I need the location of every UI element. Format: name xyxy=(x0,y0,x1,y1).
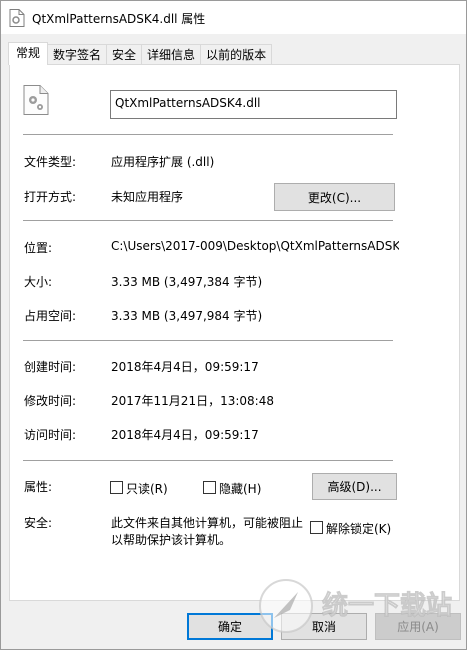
unblock-label[interactable]: 解除锁定(K) xyxy=(326,520,391,537)
created-value: 2018年4月4日，09:59:17 xyxy=(111,360,259,374)
tab-general[interactable]: 常规 xyxy=(8,42,49,65)
separator xyxy=(23,460,393,461)
size-on-disk-value: 3.33 MB (3,497,984 字节) xyxy=(111,309,263,323)
modified-value: 2017年11月21日，13:08:48 xyxy=(111,394,274,408)
size-value: 3.33 MB (3,497,384 字节) xyxy=(111,275,263,289)
ok-button[interactable]: 确定 xyxy=(187,613,273,640)
readonly-checkbox[interactable] xyxy=(110,481,123,494)
security-text-line1: 此文件来自其他计算机，可能被阻止 xyxy=(111,516,304,530)
separator xyxy=(23,220,393,221)
unblock-checkbox[interactable] xyxy=(310,521,323,534)
attributes-label: 属性: xyxy=(24,480,53,494)
size-label: 大小: xyxy=(24,275,53,289)
file-type-value: 应用程序扩展 (.dll) xyxy=(111,155,215,169)
security-text-line2: 以帮助保护该计算机。 xyxy=(111,533,232,547)
modified-label: 修改时间: xyxy=(24,394,77,408)
separator xyxy=(23,134,393,135)
cancel-button[interactable]: 取消 xyxy=(281,613,367,640)
created-label: 创建时间: xyxy=(24,360,77,374)
tab-bar: 常规 数字签名 安全 详细信息 以前的版本 xyxy=(8,42,273,65)
file-name-input[interactable]: QtXmlPatternsADSK4.dll xyxy=(110,90,397,119)
tab-previous-versions[interactable]: 以前的版本 xyxy=(200,44,273,65)
dll-file-icon xyxy=(9,9,25,27)
size-on-disk-label: 占用空间: xyxy=(24,309,77,323)
location-value: C:\Users\2017-009\Desktop\QtXmlPatternsA… xyxy=(111,239,399,253)
open-with-value: 未知应用程序 xyxy=(111,190,184,204)
apply-button[interactable]: 应用(A) xyxy=(375,613,461,640)
change-button[interactable]: 更改(C)... xyxy=(274,183,395,211)
properties-dialog: QtXmlPatternsADSK4.dll 属性 常规 数字签名 安全 详细信… xyxy=(0,0,467,650)
tab-security[interactable]: 安全 xyxy=(106,44,143,65)
hidden-label[interactable]: 隐藏(H) xyxy=(219,480,261,497)
accessed-label: 访问时间: xyxy=(24,428,77,442)
window-title: QtXmlPatternsADSK4.dll 属性 xyxy=(32,12,206,26)
hidden-checkbox[interactable] xyxy=(203,481,216,494)
separator xyxy=(23,340,393,341)
advanced-button[interactable]: 高级(D)... xyxy=(312,473,397,500)
security-label: 安全: xyxy=(24,516,53,530)
file-type-label: 文件类型: xyxy=(24,155,77,169)
location-label: 位置: xyxy=(24,241,53,255)
tab-digital-signatures[interactable]: 数字签名 xyxy=(47,44,108,65)
readonly-label[interactable]: 只读(R) xyxy=(126,480,168,497)
tab-details[interactable]: 详细信息 xyxy=(141,44,202,65)
dll-file-icon xyxy=(23,85,49,115)
title-bar[interactable]: QtXmlPatternsADSK4.dll 属性 xyxy=(1,1,466,34)
open-with-label: 打开方式: xyxy=(24,190,77,204)
accessed-value: 2018年4月4日，09:59:17 xyxy=(111,428,259,442)
